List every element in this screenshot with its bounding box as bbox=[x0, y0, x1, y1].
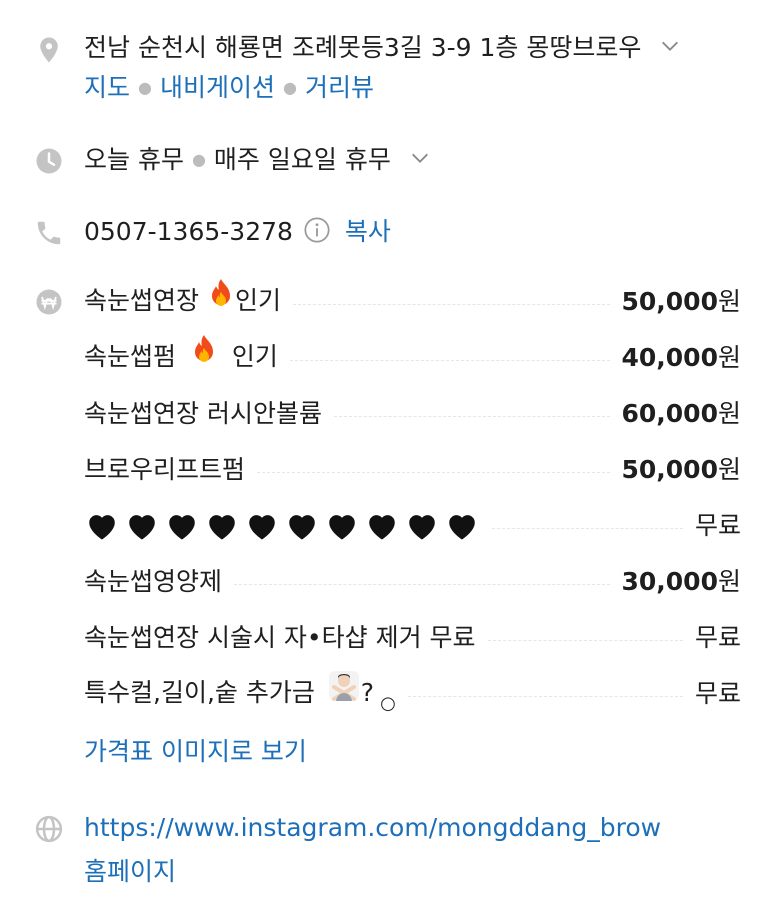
menu-item: 브로우리프트펌 50,000원 bbox=[84, 450, 741, 490]
website-url-link[interactable]: https://www.instagram.com/mongddang_brow bbox=[84, 813, 661, 842]
dotted-leader bbox=[407, 695, 683, 697]
price-image-link-row: 가격표 이미지로 보기 bbox=[84, 736, 307, 768]
black-heart-icon bbox=[84, 508, 120, 544]
menu-item-price: 60,000원 bbox=[621, 399, 742, 428]
fire-icon bbox=[207, 278, 235, 322]
hours-section: 오늘 휴무 ● 매주 일요일 휴무 bbox=[0, 142, 773, 182]
website-line: https://www.instagram.com/mongddang_brow bbox=[84, 812, 661, 844]
dotted-leader bbox=[492, 527, 683, 529]
separator-dot: ● bbox=[138, 78, 152, 97]
dotted-leader bbox=[487, 639, 683, 641]
dotted-leader bbox=[292, 303, 610, 305]
phone-section: 0507-1365-3278 복사 bbox=[0, 214, 773, 254]
dotted-leader bbox=[257, 471, 610, 473]
dotted-leader bbox=[289, 359, 610, 361]
dotted-leader bbox=[234, 583, 610, 585]
black-heart-icon bbox=[364, 508, 400, 544]
clock-icon bbox=[34, 146, 64, 176]
menu-item: 속눈썹펌 인기 40,000원 bbox=[84, 334, 742, 380]
menu-item-price: 무료 bbox=[694, 623, 741, 652]
menu-item-name: 속눈썹영양제 bbox=[84, 567, 223, 596]
phone-icon bbox=[34, 218, 64, 248]
globe-icon bbox=[34, 814, 64, 844]
fire-icon bbox=[190, 334, 218, 378]
menu-item: 속눈썹연장 인기 50,000원 bbox=[84, 278, 742, 324]
black-heart-icon bbox=[164, 508, 200, 544]
map-link[interactable]: 지도 bbox=[84, 73, 130, 102]
menu-item-price: 40,000원 bbox=[621, 343, 742, 372]
black-heart-icon bbox=[124, 508, 160, 544]
won-currency-icon bbox=[34, 287, 64, 317]
copy-button[interactable]: 복사 bbox=[345, 217, 391, 246]
homepage-label-row: 홈페이지 bbox=[84, 856, 176, 888]
menu-item-name: 속눈썹연장 러시안볼륨 bbox=[84, 399, 322, 428]
menu-item-name: 브로우리프트펌 bbox=[84, 455, 246, 484]
menu-item-price: 50,000원 bbox=[621, 287, 742, 316]
location-pin-icon bbox=[34, 35, 64, 65]
menu-item-price: 무료 bbox=[694, 511, 741, 540]
menu-item: 속눈썹연장 시술시 자•타샵 제거 무료 무료 bbox=[84, 618, 741, 658]
hours-line: 오늘 휴무 ● 매주 일요일 휴무 bbox=[84, 144, 431, 179]
chevron-down-icon[interactable] bbox=[409, 147, 431, 169]
menu-section: 속눈썹연장 인기 50,000원 속눈썹펌 인기 40,000원 속눈썹연장 러… bbox=[0, 278, 773, 772]
phone-number[interactable]: 0507-1365-3278 bbox=[84, 217, 293, 246]
black-heart-icon bbox=[404, 508, 440, 544]
menu-item-price: 무료 bbox=[694, 679, 741, 708]
menu-item-name: 특수컬,길이,숱 추가금 ? ○ bbox=[84, 671, 396, 717]
dotted-leader bbox=[333, 415, 610, 417]
menu-item: 특수컬,길이,숱 추가금 ? ○ 무료 bbox=[84, 671, 741, 717]
small-circle-icon: ○ bbox=[380, 693, 396, 714]
hours-status: 오늘 휴무 bbox=[84, 145, 184, 174]
black-heart-icon bbox=[444, 508, 480, 544]
separator-dot: ● bbox=[283, 78, 297, 97]
hours-detail: 매주 일요일 휴무 bbox=[213, 145, 391, 174]
menu-item-name: 속눈썹연장 시술시 자•타샵 제거 무료 bbox=[84, 623, 476, 652]
menu-item-name: 속눈썹펌 인기 bbox=[84, 334, 278, 380]
chevron-down-icon[interactable] bbox=[659, 35, 681, 57]
menu-item: 속눈썹연장 러시안볼륨 60,000원 bbox=[84, 394, 741, 434]
menu-item-name: 속눈썹연장 인기 bbox=[84, 278, 281, 324]
address-text: 전남 순천시 해룡면 조례못등3길 3-9 1층 몽땅브로우 bbox=[84, 33, 642, 62]
black-heart-icon bbox=[204, 508, 240, 544]
menu-item-price: 50,000원 bbox=[621, 455, 742, 484]
separator-dot: ● bbox=[191, 150, 206, 169]
website-section: https://www.instagram.com/mongddang_brow… bbox=[0, 810, 773, 890]
menu-item-price: 30,000원 bbox=[621, 567, 742, 596]
person-gesturing-no-icon bbox=[327, 669, 361, 715]
streetview-link[interactable]: 거리뷰 bbox=[305, 73, 374, 102]
black-heart-icon bbox=[244, 508, 280, 544]
menu-item: 무료 bbox=[84, 506, 741, 546]
phone-line: 0507-1365-3278 복사 bbox=[84, 216, 391, 248]
homepage-link[interactable]: 홈페이지 bbox=[84, 857, 176, 886]
menu-item: 속눈썹영양제 30,000원 bbox=[84, 562, 741, 602]
navigation-link[interactable]: 내비게이션 bbox=[160, 73, 275, 102]
address-section: 전남 순천시 해룡면 조례못등3길 3-9 1층 몽땅브로우 지도 ● 내비게이션 ●… bbox=[0, 30, 773, 110]
address-links: 지도 ● 내비게이션 ● 거리뷰 bbox=[84, 72, 374, 107]
view-price-image-link[interactable]: 가격표 이미지로 보기 bbox=[84, 737, 307, 766]
hearts-row bbox=[84, 508, 480, 544]
black-heart-icon bbox=[324, 508, 360, 544]
info-icon[interactable] bbox=[303, 216, 331, 244]
black-heart-icon bbox=[284, 508, 320, 544]
address-line: 전남 순천시 해룡면 조례못등3길 3-9 1층 몽땅브로우 bbox=[84, 32, 681, 64]
